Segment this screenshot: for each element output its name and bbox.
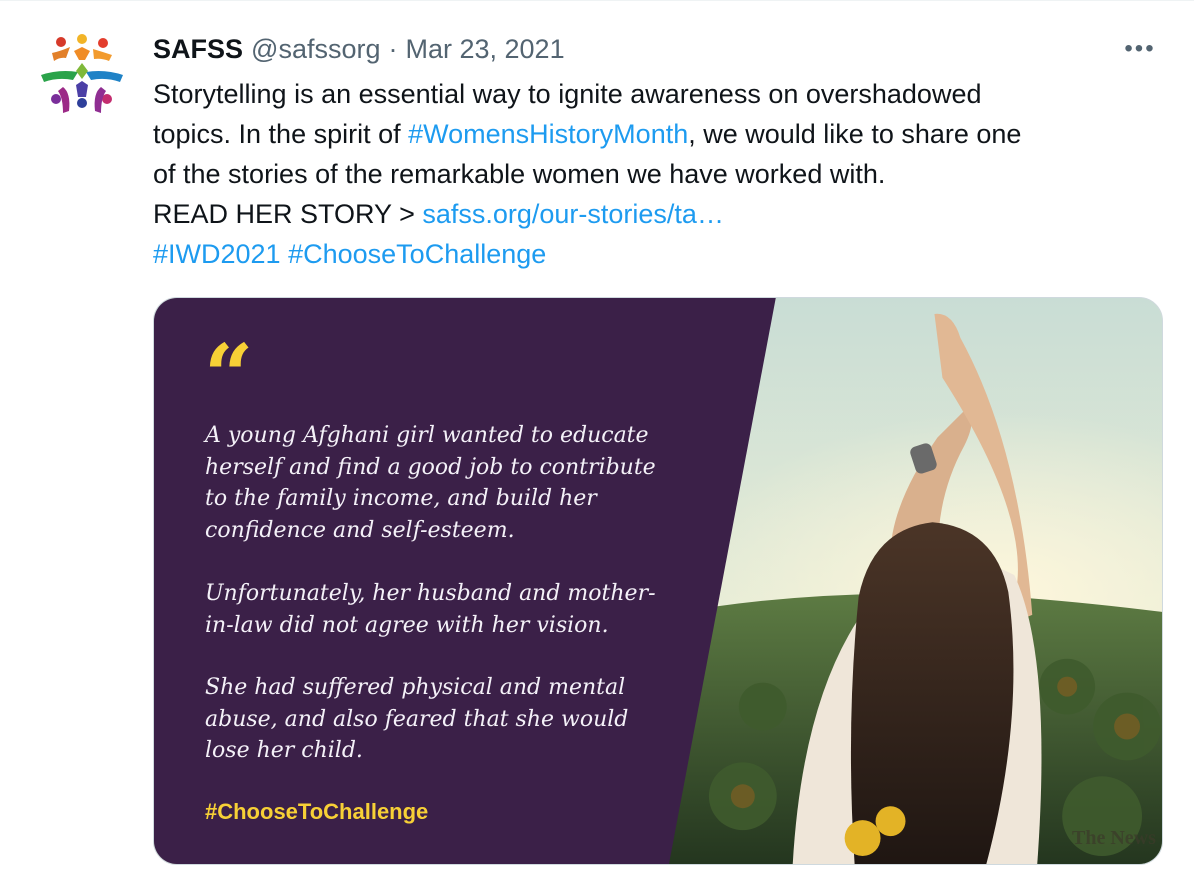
quote-paragraph-1: A young Afghani girl wanted to educate h… <box>205 420 705 546</box>
tweet-text-segment: , we would like to share one <box>688 119 1022 149</box>
safss-logo-avatar[interactable] <box>36 31 128 123</box>
more-horizontal-icon: ••• <box>1124 35 1156 62</box>
tweet-hashtags-line: #IWD2021 #ChooseToChallenge <box>153 234 1163 274</box>
quote-line: in-law did not agree with her vision. <box>205 612 609 638</box>
quote-paragraph-3: She had suffered physical and mental abu… <box>205 672 705 767</box>
author-handle[interactable]: @safssorg <box>251 29 380 69</box>
tweet[interactable]: SAFSS @safssorg · Mar 23, 2021 ••• Story… <box>0 0 1194 894</box>
tweet-text-segment: topics. In the spirit of <box>153 119 409 149</box>
quote-line: A young Afghani girl wanted to educate <box>205 423 649 448</box>
more-options-button[interactable]: ••• <box>1118 29 1162 69</box>
quote-line: to the family income, and build her <box>205 486 597 511</box>
tweet-text-line: topics. In the spirit of #WomensHistoryM… <box>153 114 1163 154</box>
quote-line: She had suffered physical and mental <box>205 675 626 700</box>
tweet-text-line: of the stories of the remarkable women w… <box>153 159 886 189</box>
hashtag-womens-history-month-link[interactable]: #WomensHistoryMonth <box>408 119 688 149</box>
hashtag-iwd2021-link[interactable]: #IWD2021 <box>153 239 281 269</box>
quote-line: lose her child. <box>205 738 363 763</box>
header-separator: · <box>388 34 398 64</box>
hashtag-choosetochallenge-link[interactable]: #ChooseToChallenge <box>288 239 546 269</box>
author-name[interactable]: SAFSS <box>153 29 243 69</box>
story-url-link[interactable]: safss.org/our-stories/ta… <box>422 199 724 229</box>
quote-paragraph-2: Unfortunately, her husband and mother- i… <box>205 578 705 641</box>
tweet-text-line: Storytelling is an essential way to igni… <box>153 79 982 109</box>
the-news-watermark: The News <box>1072 827 1156 849</box>
tweet-text-segment: READ HER STORY > <box>153 199 423 229</box>
tweet-text: Storytelling is an essential way to igni… <box>153 74 1163 274</box>
quote-line: abuse, and also feared that she would <box>205 706 629 732</box>
quote-line: herself and find a good job to contribut… <box>205 454 656 480</box>
tweet-text-line: READ HER STORY > safss.org/our-stories/t… <box>153 194 1163 234</box>
tweet-media-image[interactable]: “ A young Afghani girl wanted to educate… <box>153 297 1163 865</box>
quote-line: confidence and self-esteem. <box>205 517 515 543</box>
tweet-header: SAFSS @safssorg · Mar 23, 2021 <box>153 29 565 69</box>
image-hashtag: #ChooseToChallenge <box>205 799 429 824</box>
quote-mark-icon: “ <box>204 334 254 404</box>
safss-logo-icon <box>41 34 123 113</box>
quote-line: Unfortunately, her husband and mother- <box>205 581 656 606</box>
tweet-date[interactable]: Mar 23, 2021 <box>405 29 564 69</box>
